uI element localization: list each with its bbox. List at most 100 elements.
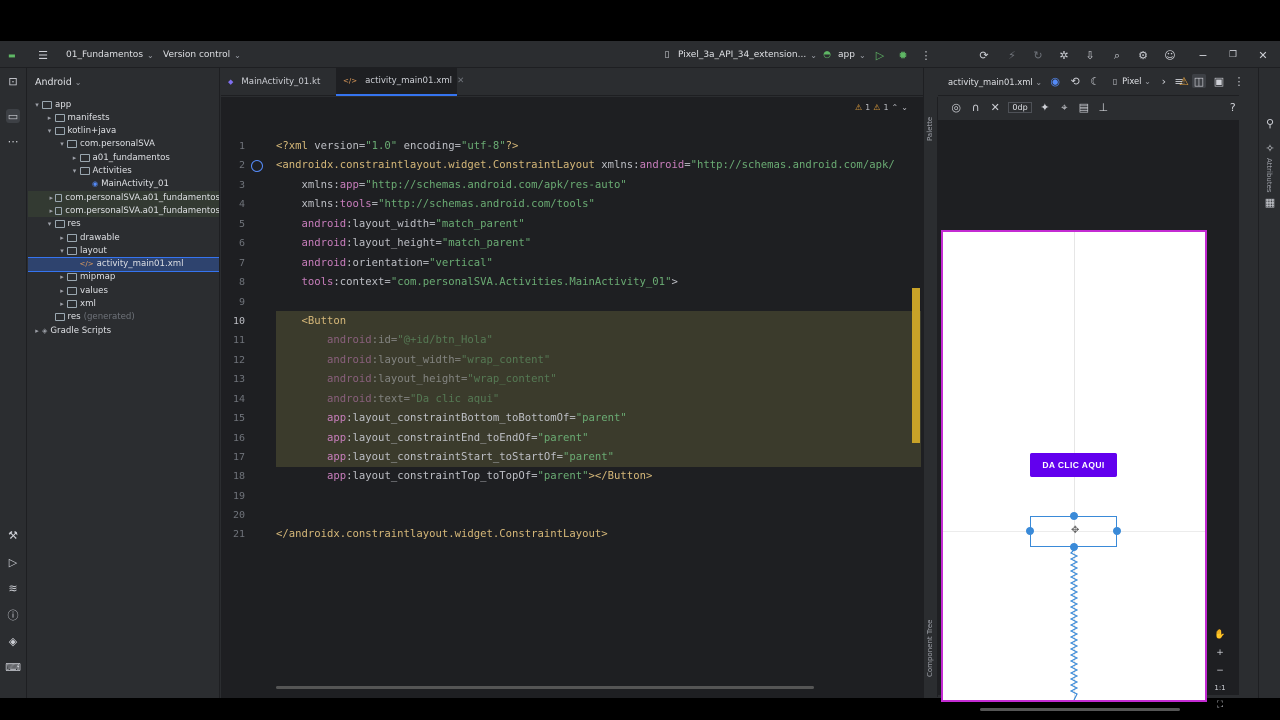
apply-code-button[interactable]: ↻ (1031, 47, 1045, 63)
chevron-right-icon[interactable]: ▸ (70, 154, 80, 162)
apply-changes-button[interactable]: ⚡ (1005, 47, 1019, 63)
tree-item[interactable]: ▸ com.personalSVA.a01_fundamentos (28, 191, 219, 205)
align-icon[interactable]: ⊥ (1097, 100, 1109, 114)
constraint-handle-start[interactable] (1026, 527, 1034, 535)
tree-item[interactable]: ◉ MainActivity_01 (28, 178, 219, 191)
chevron-down-icon[interactable]: ▾ (57, 140, 67, 148)
chevron-down-icon[interactable]: ▾ (32, 101, 42, 109)
preview-button[interactable]: DA CLIC AQUI (1030, 453, 1117, 477)
tab-mainactivity[interactable]: ◆ MainActivity_01.kt (221, 68, 336, 96)
night-mode-icon[interactable]: ☾ (1088, 75, 1102, 89)
attributes-label[interactable]: Attributes (1265, 158, 1273, 193)
more-actions-button[interactable]: ⋮ (919, 47, 933, 63)
app-quality-icon[interactable]: ◈ (6, 634, 20, 648)
tree-item[interactable]: ▾ Activities (28, 165, 219, 178)
notifications-icon[interactable]: ⚲ (1263, 116, 1277, 130)
palette-label[interactable]: Palette (926, 117, 934, 141)
gemini-icon[interactable]: ✧ (1263, 141, 1277, 155)
fit-screen-icon[interactable]: ⛶ (1217, 700, 1223, 710)
pack-icon[interactable]: ▤ (1078, 100, 1090, 114)
code-editor[interactable]: ⚠ 1 ⚠ 1 ⌃ ⌄ 1 2 3 4 5 6 7 8 9 10 11 12 13 14 15 16 17 18 19 2… (221, 97, 923, 698)
project-view-icon[interactable]: ▭ (6, 109, 20, 123)
component-tree-label[interactable]: Component Tree (926, 620, 934, 677)
tree-item[interactable]: res (generated) (28, 311, 219, 324)
chevron-right-icon[interactable]: ▸ (48, 207, 55, 215)
design-surface-icon[interactable]: ◉ (1048, 75, 1062, 89)
chevron-down-icon[interactable]: ▾ (70, 167, 80, 175)
tree-item[interactable]: ▸ com.personalSVA.a01_fundamentos (28, 204, 219, 218)
orientation-icon[interactable]: ⟲ (1068, 75, 1082, 89)
chevron-up-icon[interactable]: ⌃ (892, 103, 899, 112)
tree-item[interactable]: ▸ ◈ Gradle Scripts (28, 324, 219, 337)
device-explorer-icon[interactable]: ▦ (1263, 195, 1277, 209)
tree-item[interactable]: ▸ mipmap (28, 271, 219, 284)
constraint-handle-end[interactable] (1113, 527, 1121, 535)
tree-item[interactable]: ▾ com.personalSVA (28, 138, 219, 151)
terminal-icon[interactable]: ⌨ (5, 660, 21, 674)
design-canvas[interactable]: DA CLIC AQUI ✥ ✋ + − 1:1 ⛶ (938, 120, 1239, 711)
split-view-icon[interactable]: ◫ (1192, 74, 1206, 88)
chevron-right-icon[interactable]: ▸ (57, 300, 67, 308)
run-button[interactable]: ▷ (873, 47, 887, 63)
inspection-widget[interactable]: ⚠ 1 ⚠ 1 ⌃ ⌄ (855, 103, 908, 112)
constraint-handle-top[interactable] (1070, 512, 1078, 520)
sdk-manager-button[interactable]: ⇩ (1083, 47, 1097, 63)
clear-constraints-icon[interactable]: ✕ (989, 100, 1001, 114)
chevron-right-icon[interactable]: ▸ (48, 194, 55, 202)
eye-icon[interactable]: ◎ (950, 100, 962, 114)
zoom-ratio[interactable]: 1:1 (1214, 684, 1225, 692)
tree-item[interactable]: ▸ drawable (28, 231, 219, 244)
build-icon[interactable]: ⚒ (6, 528, 20, 542)
phone-preview[interactable]: DA CLIC AQUI ✥ (941, 230, 1207, 702)
main-menu-button[interactable]: ☰ (36, 47, 50, 63)
magnet-icon[interactable]: ∩ (969, 100, 981, 114)
more-vertical-icon[interactable]: ⋮ (1232, 74, 1246, 88)
gutter-marker-icon[interactable] (251, 160, 263, 172)
editor-horizontal-scrollbar[interactable] (276, 686, 814, 689)
tree-item[interactable]: ▾ kotlin+java (28, 125, 219, 138)
run-panel-icon[interactable]: ▷ (6, 555, 20, 569)
project-view-selector[interactable]: Android ⌄ (28, 68, 219, 96)
zoom-in-icon[interactable]: + (1216, 648, 1224, 658)
problems-icon[interactable]: ⓘ (6, 608, 20, 622)
chevron-right-icon[interactable]: ▸ (57, 234, 67, 242)
tree-item[interactable]: ▾ res (28, 218, 219, 231)
search-button[interactable]: ⌕ (1110, 47, 1124, 63)
tree-item[interactable]: ▸ xml (28, 298, 219, 311)
settings-button[interactable]: ⚙ (1136, 47, 1150, 63)
chevron-down-icon[interactable]: ▾ (45, 127, 55, 135)
device-selector-design[interactable]: ▯ Pixel ⌄ (1108, 75, 1151, 89)
logcat-icon[interactable]: ≋ (6, 581, 20, 595)
design-view-icon[interactable]: ▣ (1212, 74, 1226, 88)
chevron-right-icon[interactable]: › (1157, 75, 1171, 89)
chevron-right-icon[interactable]: ▸ (32, 327, 42, 335)
tree-item[interactable]: ▾ layout (28, 244, 219, 257)
tree-item[interactable]: ▸ a01_fundamentos (28, 151, 219, 164)
chevron-down-icon[interactable]: ⌄ (901, 103, 908, 112)
project-selector[interactable]: 01_Fundamentos ⌄ (66, 47, 154, 63)
canvas-horizontal-scrollbar[interactable] (980, 708, 1180, 711)
zoom-out-icon[interactable]: − (1216, 666, 1224, 676)
chevron-right-icon[interactable]: ▸ (45, 114, 55, 122)
wand-icon[interactable]: ⌖ (1058, 100, 1070, 114)
sync-gradle-button[interactable]: ⟳ (977, 47, 991, 63)
more-tools-icon[interactable]: ⋯ (6, 134, 20, 148)
margin-field[interactable]: 0dp (1008, 101, 1032, 113)
debug-button[interactable]: ✹ (896, 47, 910, 63)
tab-activity-main01[interactable]: </> activity_main01.xml ✕ (336, 68, 464, 96)
chevron-down-icon[interactable]: ▾ (45, 220, 55, 228)
device-selector[interactable]: ▯ Pixel_3a_API_34_extension... ⌄ (660, 47, 817, 63)
run-config-selector[interactable]: ◓ app ⌄ (820, 47, 866, 63)
device-manager-button[interactable]: ✲ (1057, 47, 1071, 63)
account-button[interactable]: ☺ (1163, 47, 1177, 63)
minimize-button[interactable]: − (1196, 47, 1210, 63)
pan-hand-icon[interactable]: ✋ (1214, 630, 1225, 640)
vcs-selector[interactable]: Version control ⌄ (163, 47, 241, 63)
tree-item[interactable]: </> activity_main01.xml (28, 256, 219, 272)
chevron-right-icon[interactable]: ▸ (57, 273, 67, 281)
tree-item[interactable]: ▾ app (28, 98, 219, 111)
chevron-right-icon[interactable]: ▸ (57, 287, 67, 295)
code-view-icon[interactable]: ≡ (1172, 74, 1186, 88)
maximize-button[interactable]: ❐ (1226, 47, 1240, 63)
help-icon[interactable]: ? (1227, 100, 1239, 114)
